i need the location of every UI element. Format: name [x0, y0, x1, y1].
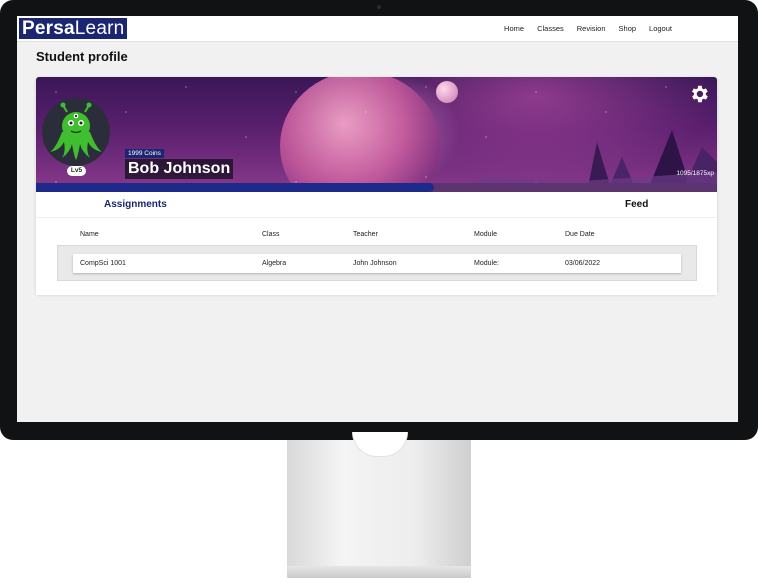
alien-avatar-icon	[50, 102, 102, 160]
app-screen: PersaLearn Home Classes Revision Shop Lo…	[17, 16, 738, 422]
xp-progress-fill	[36, 183, 434, 192]
banner-rocks	[447, 130, 717, 192]
cell-class: Algebra	[262, 260, 287, 267]
profile-banner: Lv5 1999 Coins Bob Johnson 1095/1875xp	[36, 77, 717, 192]
nav-home-link[interactable]: Home	[504, 24, 524, 33]
xp-text: 1095/1875xp	[676, 170, 714, 177]
monitor-stand	[287, 440, 471, 578]
page-title: Student profile	[36, 49, 128, 64]
column-header-teacher: Teacher	[353, 231, 378, 238]
column-header-class: Class	[262, 231, 280, 238]
nav-revision-link[interactable]: Revision	[577, 24, 606, 33]
app-logo[interactable]: PersaLearn	[19, 18, 128, 39]
student-name: Bob Johnson	[125, 159, 234, 179]
column-header-name: Name	[80, 231, 99, 238]
cell-module: Module:	[474, 260, 499, 267]
nav-classes-link[interactable]: Classes	[537, 24, 564, 33]
avatar	[42, 98, 110, 166]
profile-tabs: Assignments Feed	[36, 192, 717, 217]
level-badge: Lv5	[67, 166, 86, 176]
monitor-frame: PersaLearn Home Classes Revision Shop Lo…	[0, 0, 758, 440]
cell-teacher: John Johnson	[353, 260, 397, 267]
column-header-due-date: Due Date	[565, 231, 595, 238]
assignments-table: Name Class Teacher Module Due Date CompS…	[36, 217, 717, 295]
top-navbar: PersaLearn Home Classes Revision Shop Lo…	[17, 16, 738, 42]
nav-logout-link[interactable]: Logout	[649, 24, 672, 33]
webcam	[377, 5, 381, 9]
cell-name: CompSci 1001	[80, 260, 126, 267]
coins-badge: 1999 Coins	[125, 149, 164, 158]
stand-base	[287, 566, 471, 578]
logo-rest-text: Learn	[74, 18, 125, 39]
profile-card: Lv5 1999 Coins Bob Johnson 1095/1875xp A…	[36, 77, 717, 295]
settings-gear-icon[interactable]	[688, 83, 710, 105]
table-row[interactable]: CompSci 1001 Algebra John Johnson Module…	[73, 254, 681, 273]
column-header-module: Module	[474, 231, 497, 238]
xp-progress-bar	[36, 183, 717, 192]
nav-shop-link[interactable]: Shop	[619, 24, 637, 33]
table-body: CompSci 1001 Algebra John Johnson Module…	[57, 245, 697, 281]
tab-feed[interactable]: Feed	[625, 199, 648, 210]
nav-links: Home Classes Revision Shop Logout	[504, 16, 672, 41]
logo-bold-text: Persa	[22, 18, 75, 39]
tab-assignments[interactable]: Assignments	[104, 199, 167, 210]
cell-due-date: 03/06/2022	[565, 260, 601, 267]
